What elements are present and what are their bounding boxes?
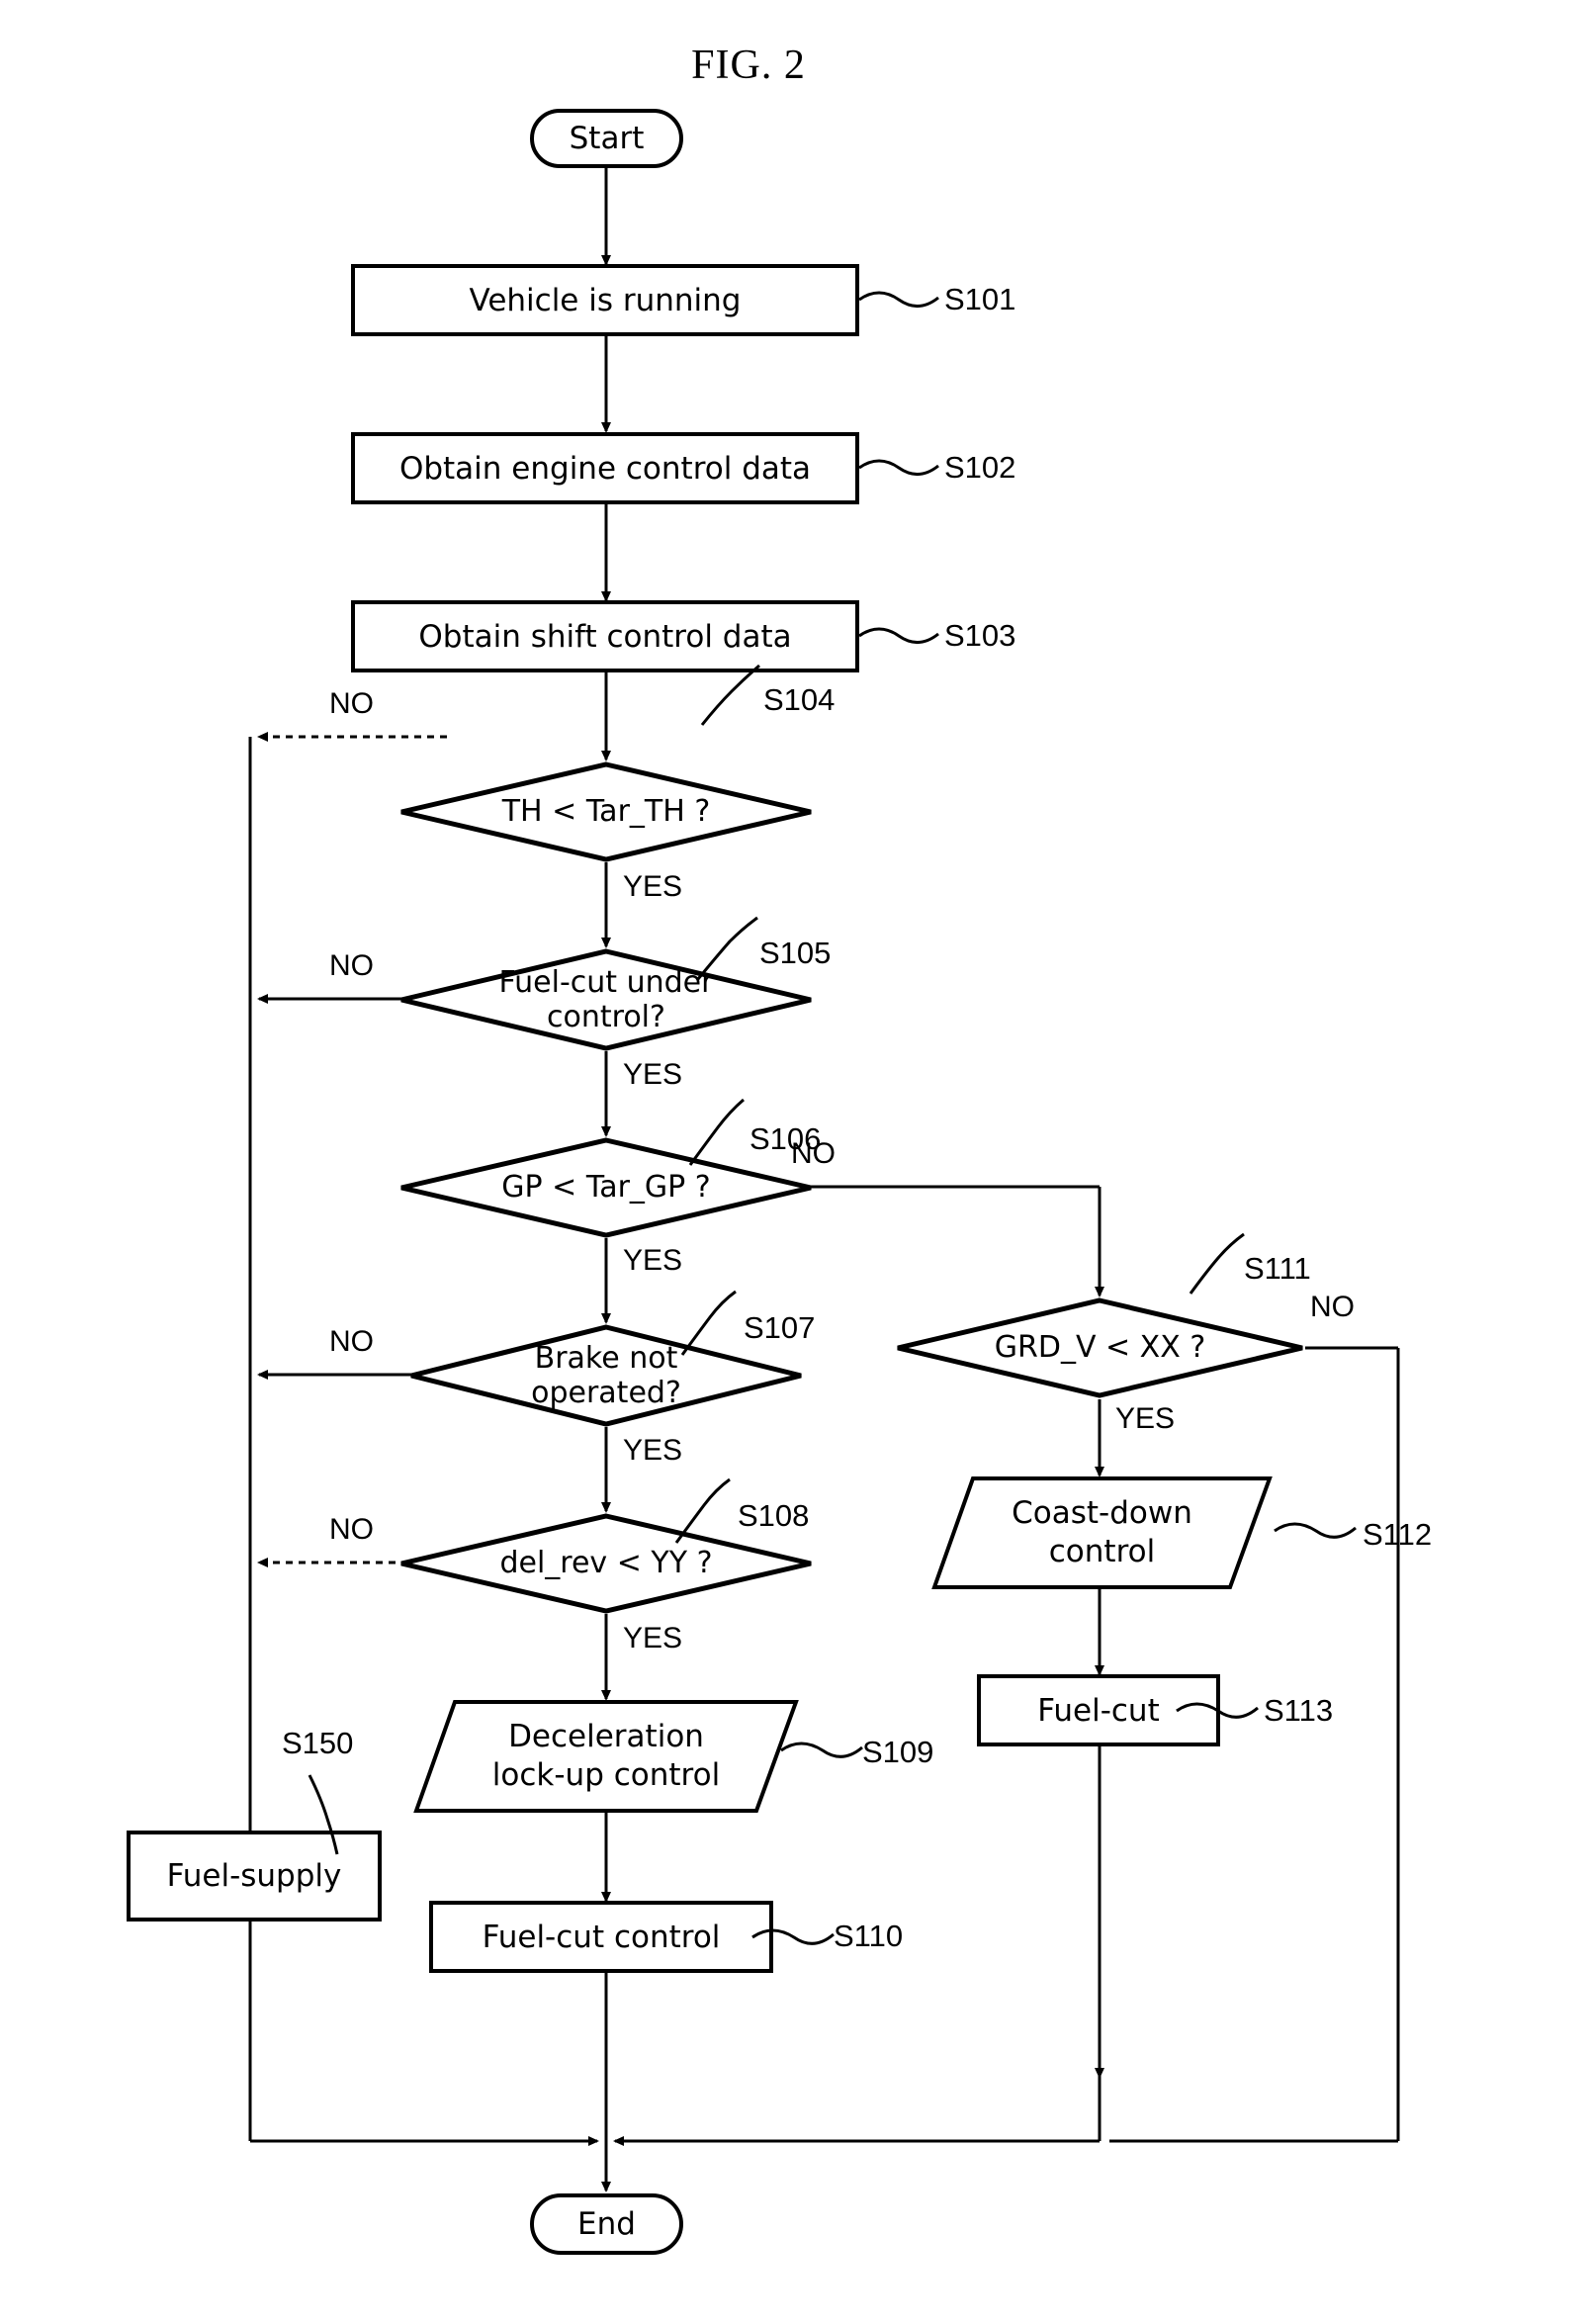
- branch-s106-yes: YES: [623, 1244, 683, 1277]
- node-s111-label: GRD_V < XX ?: [994, 1330, 1206, 1366]
- node-s109[interactable]: Deceleration lock-up control: [413, 1699, 799, 1814]
- node-s108-label: del_rev < YY ?: [499, 1546, 713, 1581]
- node-s111[interactable]: GRD_V < XX ?: [895, 1297, 1305, 1398]
- node-s110-label: Fuel-cut control: [482, 1919, 721, 1955]
- node-s105[interactable]: Fuel-cut under control?: [398, 948, 814, 1051]
- step-label-s112: S112: [1363, 1517, 1433, 1552]
- node-s108[interactable]: del_rev < YY ?: [398, 1513, 814, 1614]
- node-s105-label: Fuel-cut under control?: [498, 964, 714, 1034]
- node-s103-label: Obtain shift control data: [418, 618, 792, 655]
- step-label-s104: S104: [763, 682, 836, 717]
- node-s109-label: Deceleration lock-up control: [491, 1719, 721, 1793]
- step-label-s113: S113: [1264, 1693, 1334, 1728]
- node-s113-label: Fuel-cut: [1037, 1692, 1160, 1729]
- step-label-s111: S111: [1244, 1251, 1311, 1286]
- node-s104-label: TH < Tar_TH ?: [501, 794, 711, 830]
- branch-s104-no: NO: [329, 687, 374, 720]
- node-s150-label: Fuel-supply: [166, 1858, 342, 1894]
- step-label-s150: S150: [282, 1726, 354, 1760]
- node-end-label: End: [577, 2206, 636, 2242]
- node-s101[interactable]: Vehicle is running: [351, 264, 859, 336]
- node-s104[interactable]: TH < Tar_TH ?: [398, 761, 814, 862]
- branch-s108-no: NO: [329, 1513, 374, 1546]
- branch-s111-yes: YES: [1115, 1402, 1176, 1435]
- node-s102[interactable]: Obtain engine control data: [351, 432, 859, 504]
- step-label-s102: S102: [944, 450, 1016, 485]
- node-start[interactable]: Start: [530, 109, 683, 168]
- node-s101-label: Vehicle is running: [469, 282, 742, 318]
- branch-s105-no: NO: [329, 949, 374, 982]
- step-label-s110: S110: [834, 1919, 904, 1953]
- node-s103[interactable]: Obtain shift control data: [351, 600, 859, 672]
- node-s150[interactable]: Fuel-supply: [127, 1831, 382, 1922]
- step-label-s109: S109: [862, 1735, 934, 1769]
- node-s112[interactable]: Coast-down control: [931, 1475, 1273, 1590]
- branch-s107-yes: YES: [623, 1434, 683, 1467]
- node-s102-label: Obtain engine control data: [398, 450, 812, 487]
- branch-s107-no: NO: [329, 1325, 374, 1358]
- node-s107-label: Brake not operated?: [531, 1340, 681, 1410]
- node-s112-label: Coast-down control: [1012, 1495, 1192, 1569]
- node-s106[interactable]: GP < Tar_GP ?: [398, 1137, 814, 1238]
- branch-s104-yes: YES: [623, 870, 683, 903]
- node-start-label: Start: [569, 121, 645, 156]
- node-s107[interactable]: Brake not operated?: [408, 1324, 804, 1427]
- node-s113[interactable]: Fuel-cut: [977, 1674, 1220, 1746]
- figure-title: FIG. 2: [691, 43, 806, 88]
- node-end[interactable]: End: [530, 2193, 683, 2255]
- node-s106-label: GP < Tar_GP ?: [501, 1170, 711, 1206]
- figure-canvas: FIG. 2 Start Vehicle is running S101 Obt…: [0, 0, 1586, 2324]
- step-label-s101: S101: [944, 282, 1016, 316]
- branch-s111-no: NO: [1310, 1291, 1355, 1323]
- step-label-s103: S103: [944, 618, 1016, 653]
- node-s110[interactable]: Fuel-cut control: [429, 1901, 773, 1973]
- branch-s105-yes: YES: [623, 1058, 683, 1091]
- branch-s108-yes: YES: [623, 1622, 683, 1654]
